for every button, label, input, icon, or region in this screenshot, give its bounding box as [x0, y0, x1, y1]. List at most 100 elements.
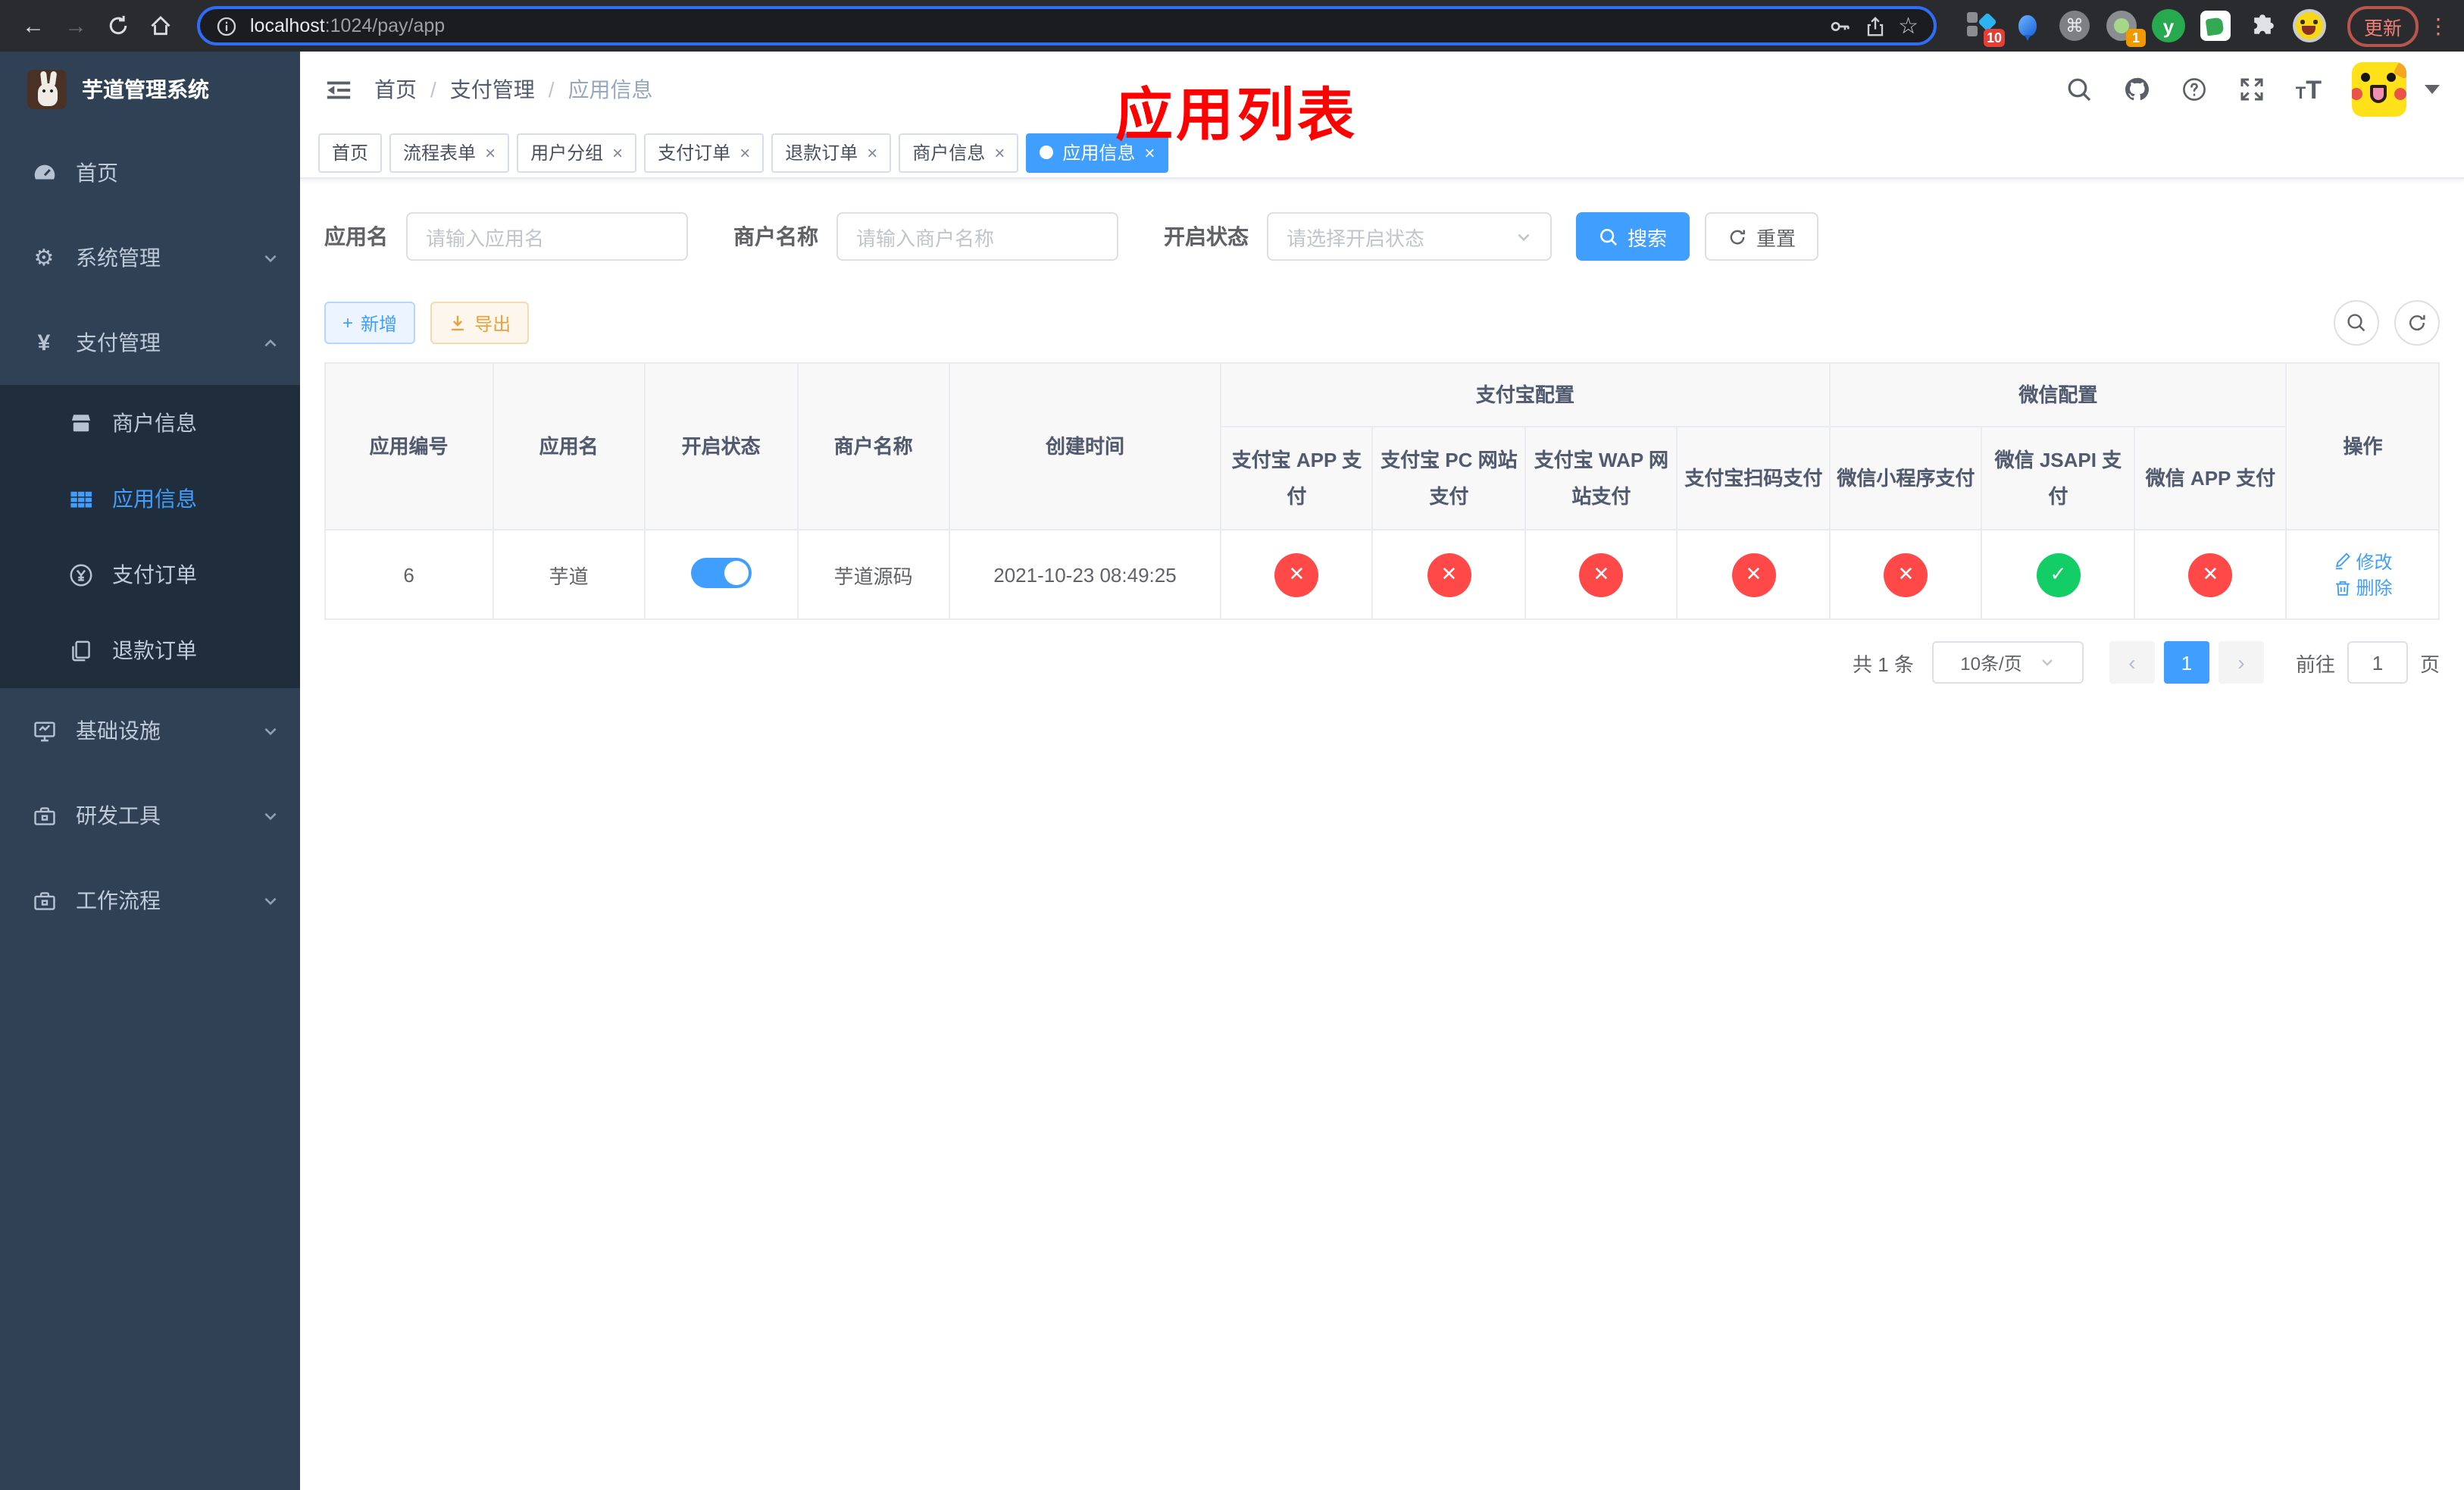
bookmark-star-icon[interactable]: ☆: [1898, 12, 1918, 39]
monitor-chart-icon: [30, 718, 58, 743]
tab-pay-orders[interactable]: 支付订单 ×: [644, 133, 765, 172]
toggle-search-button[interactable]: [2334, 300, 2379, 346]
prev-page-button[interactable]: ‹: [2109, 641, 2155, 684]
extension-y-icon[interactable]: y: [2151, 9, 2185, 42]
chevron-down-icon: [262, 807, 279, 824]
browser-home-button[interactable]: [142, 8, 179, 44]
sidebar-item-system[interactable]: ⚙ 系统管理: [0, 215, 300, 300]
dashboard-icon: [30, 160, 58, 186]
table-row: 6 芋道 芋道源码 2021-10-23 08:49:25 ✕ ✕ ✕ ✕ ✕ …: [324, 529, 2440, 620]
sidebar-item-payment[interactable]: ¥ 支付管理: [0, 300, 300, 385]
sidebar-item-label: 退款订单: [112, 638, 197, 662]
extension-command-icon[interactable]: ⌘: [2058, 9, 2091, 42]
avatar-dropdown-caret-icon[interactable]: [2425, 85, 2440, 94]
sidebar-item-dev-tools[interactable]: 研发工具: [0, 773, 300, 858]
delete-button[interactable]: 删除: [2333, 574, 2393, 600]
tab-home[interactable]: 首页: [318, 133, 383, 172]
page-1-button[interactable]: 1: [2163, 641, 2209, 684]
extension-badge: 10: [1983, 29, 2005, 47]
col-app-id: 应用编号: [324, 362, 494, 531]
puzzle-icon: [2254, 14, 2274, 34]
sidebar-item-infrastructure[interactable]: 基础设施: [0, 688, 300, 773]
sidebar-item-app-info[interactable]: 应用信息: [0, 461, 300, 537]
extension-recorder-icon[interactable]: 1: [2105, 9, 2146, 47]
pagination-total: 共 1 条: [1853, 653, 1914, 675]
cell-wechat-app: ✕: [2133, 529, 2287, 620]
browser-menu-button[interactable]: ⋮: [2428, 13, 2449, 39]
extension-balloon-icon[interactable]: [2011, 9, 2044, 42]
status-toggle[interactable]: [690, 557, 752, 587]
help-icon[interactable]: [2181, 76, 2208, 103]
breadcrumb-separator: /: [548, 77, 555, 102]
sidebar-item-merchant-info[interactable]: 商户信息: [0, 385, 300, 461]
url-bar[interactable]: localhost:1024/pay/app ☆: [197, 6, 1937, 45]
extensions-menu-button[interactable]: [2246, 9, 2279, 42]
reload-icon: [109, 15, 127, 35]
yen-icon: ¥: [37, 330, 51, 355]
chevron-down-icon: [1515, 228, 1532, 245]
pagination: 共 1 条 10条/页 ‹ 1 › 前往 页: [324, 641, 2440, 684]
sidebar-item-home[interactable]: 首页: [0, 130, 300, 215]
close-icon[interactable]: ×: [485, 143, 496, 161]
breadcrumb-home[interactable]: 首页: [374, 74, 417, 105]
cell-actions: 修改 删除: [2285, 529, 2440, 620]
password-key-icon[interactable]: [1828, 14, 1851, 37]
browser-update-button[interactable]: 更新: [2347, 5, 2419, 46]
balloon-icon: [2018, 15, 2037, 41]
extension-sketch-icon[interactable]: 10: [1964, 9, 2005, 47]
url-text: localhost:1024/pay/app: [250, 15, 445, 36]
goto-page-input[interactable]: [2347, 641, 2408, 684]
reset-button[interactable]: 重置: [1705, 212, 1819, 261]
update-label: 更新: [2363, 17, 2402, 39]
font-size-icon[interactable]: TT: [2296, 77, 2322, 102]
close-icon[interactable]: ×: [612, 143, 623, 161]
fullscreen-icon[interactable]: [2238, 76, 2265, 103]
export-button[interactable]: 导出: [430, 302, 530, 344]
sidebar-item-label: 支付管理: [76, 330, 161, 355]
user-avatar[interactable]: [2352, 62, 2406, 117]
search-button[interactable]: 搜索: [1576, 212, 1690, 261]
merchant-name-input[interactable]: 请输入商户名称: [836, 212, 1118, 261]
status-label: 开启状态: [1164, 224, 1249, 249]
info-icon: [217, 16, 236, 36]
search-icon[interactable]: [2065, 76, 2093, 103]
close-icon[interactable]: ×: [740, 143, 750, 161]
next-page-button[interactable]: ›: [2218, 641, 2264, 684]
close-icon[interactable]: ×: [867, 143, 877, 161]
refresh-icon: [1730, 229, 1745, 244]
browser-reload-button[interactable]: [100, 8, 136, 44]
app-title: 芋道管理系统: [82, 77, 209, 102]
tab-refund-orders[interactable]: 退款订单 ×: [771, 133, 892, 172]
app-name-input[interactable]: 请输入应用名: [406, 212, 688, 261]
sidebar-item-pay-orders[interactable]: 支付订单: [0, 537, 300, 612]
close-icon[interactable]: ×: [994, 143, 1005, 161]
add-button[interactable]: + 新增: [324, 302, 416, 344]
sidebar-item-refund-orders[interactable]: 退款订单: [0, 612, 300, 688]
github-icon[interactable]: [2123, 76, 2150, 103]
grid-icon: [67, 486, 94, 512]
breadcrumb-payment[interactable]: 支付管理: [450, 74, 535, 105]
group-wechat-config: 微信配置: [1828, 362, 2287, 427]
sidebar-item-workflow[interactable]: 工作流程: [0, 858, 300, 943]
share-icon[interactable]: [1863, 14, 1886, 37]
edit-button[interactable]: 修改: [2333, 548, 2393, 574]
status-select[interactable]: 请选择开启状态: [1267, 212, 1552, 261]
sidebar-toggle-button[interactable]: [324, 75, 353, 104]
tab-merchant-info[interactable]: 商户信息 ×: [899, 133, 1019, 172]
tab-user-group[interactable]: 用户分组 ×: [517, 133, 637, 172]
page-size-select[interactable]: 10条/页: [1931, 641, 2084, 684]
col-wechat-jsapi: 微信 JSAPI 支付: [1981, 426, 2135, 531]
cell-app-id: 6: [324, 529, 494, 620]
col-alipay-pc: 支付宝 PC 网站支付: [1371, 426, 1526, 531]
tab-process-form[interactable]: 流程表单 ×: [389, 133, 510, 172]
group-alipay-config: 支付宝配置: [1219, 362, 1831, 427]
browser-forward-button[interactable]: →: [58, 8, 94, 44]
extension-chat-icon[interactable]: [2199, 9, 2232, 42]
browser-profile-avatar[interactable]: [2292, 9, 2326, 42]
browser-back-button[interactable]: ←: [15, 8, 52, 44]
refresh-table-button[interactable]: [2394, 300, 2440, 346]
sketch-square-icon: [1966, 12, 1978, 23]
sidebar-logo[interactable]: 芋道管理系统: [0, 52, 300, 127]
cell-status: [644, 529, 799, 620]
cell-alipay-pc: ✕: [1371, 529, 1526, 620]
